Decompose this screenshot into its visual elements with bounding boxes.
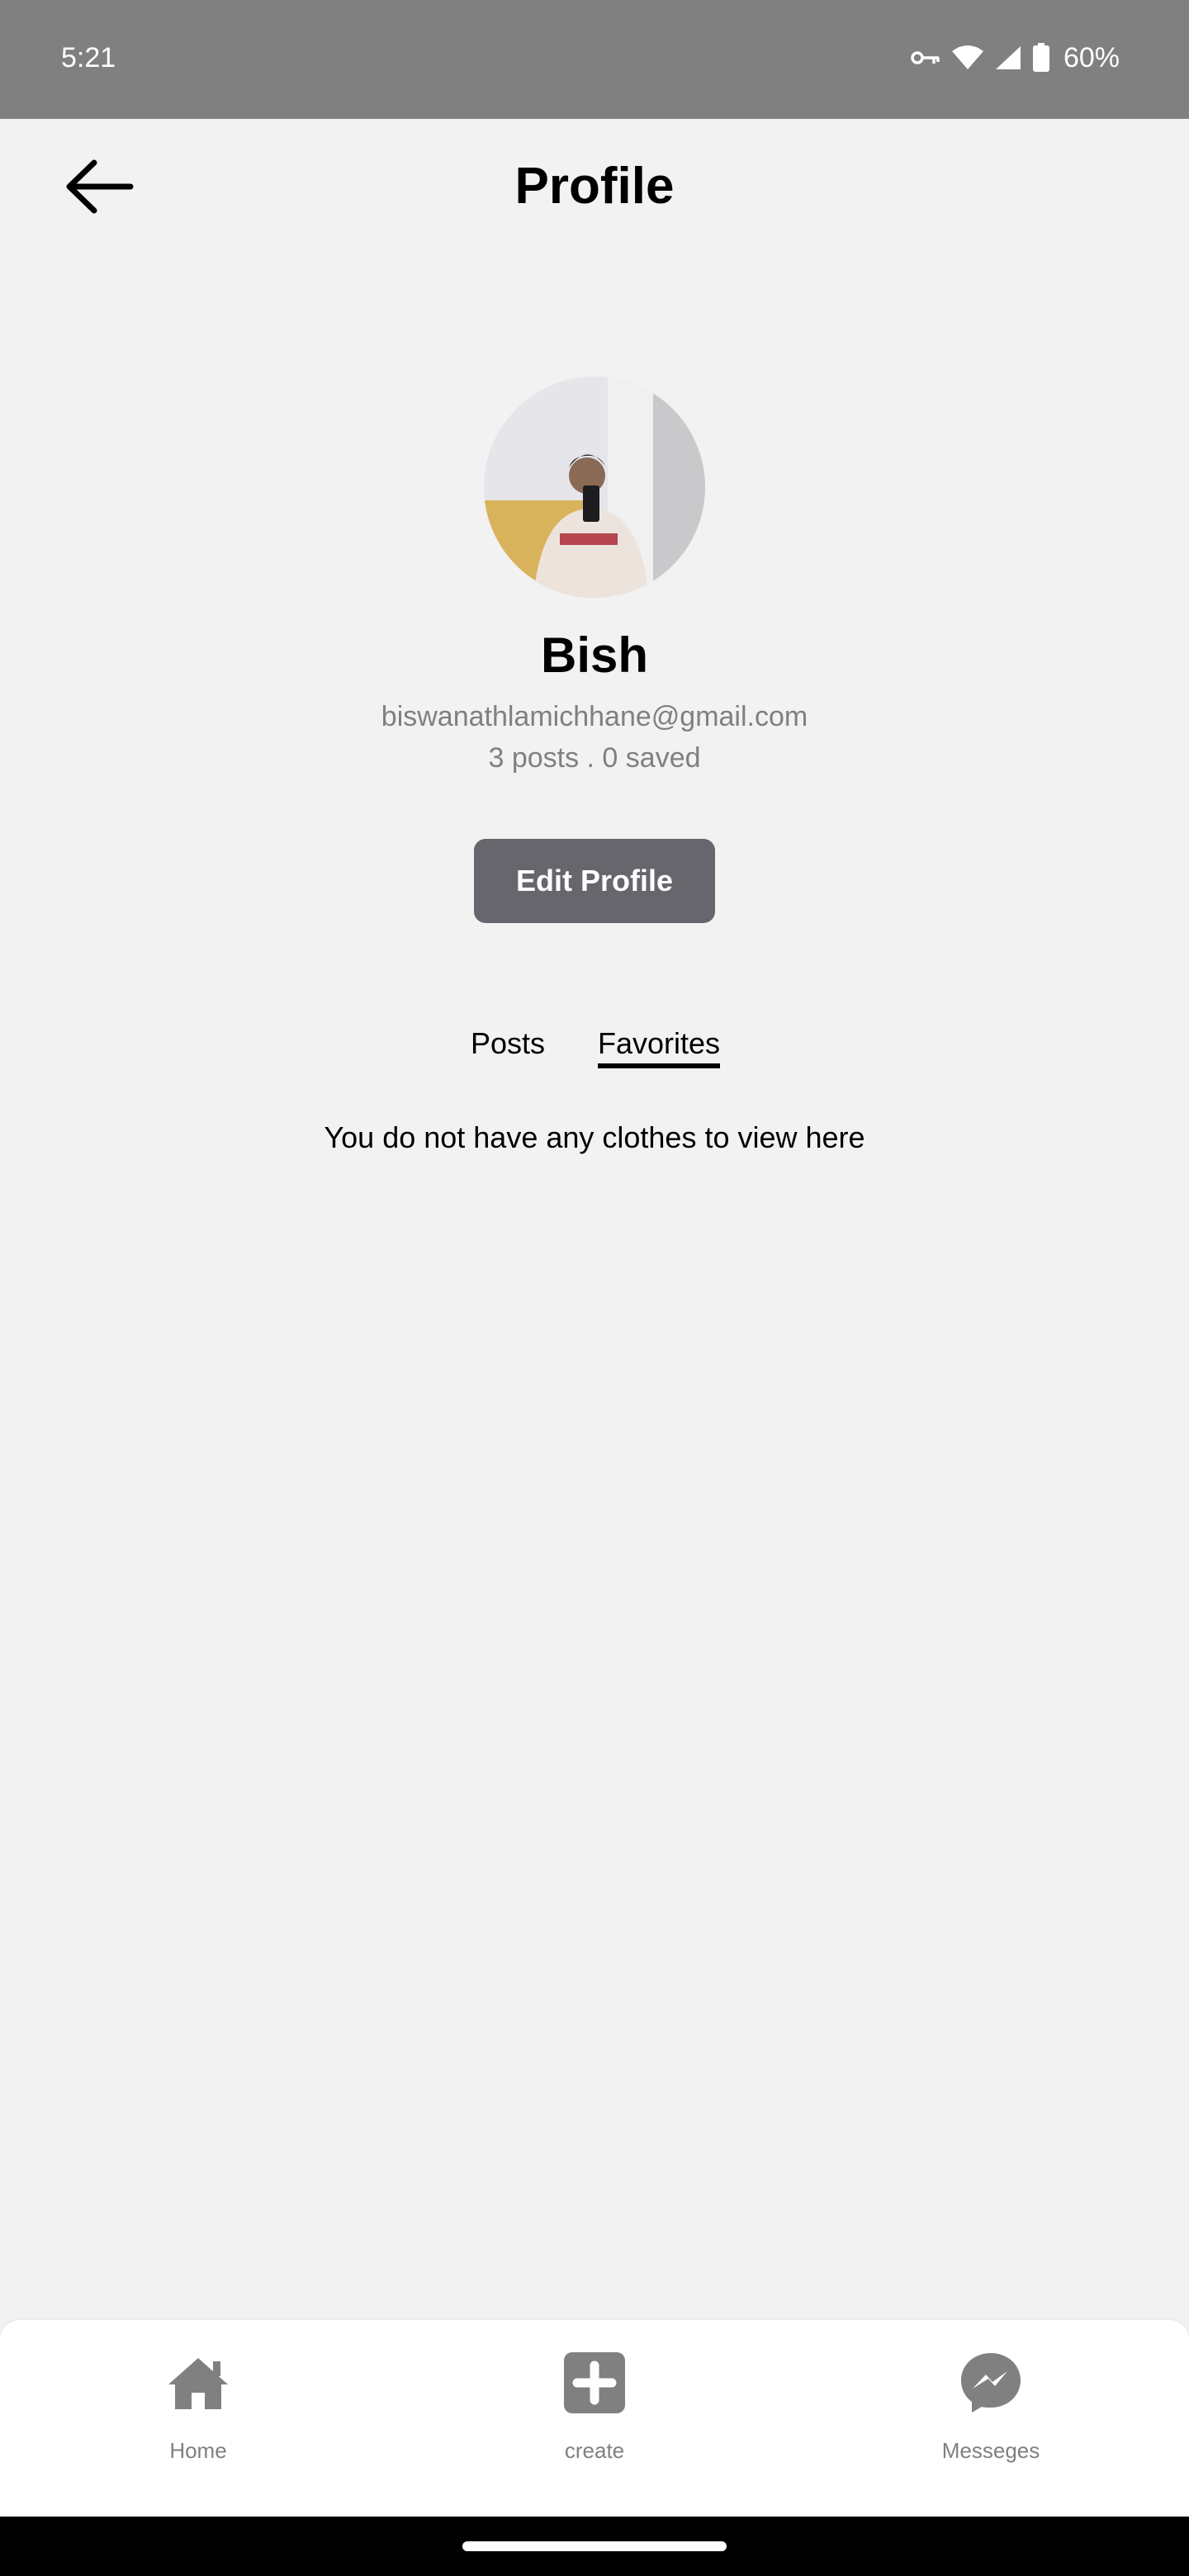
battery-percentage: 60%: [1063, 41, 1120, 73]
status-icons: 60%: [910, 36, 1120, 79]
profile-name: Bish: [540, 627, 649, 683]
empty-state-message: You do not have any clothes to view here: [324, 1120, 865, 1154]
nav-home[interactable]: Home: [99, 2350, 297, 2490]
nav-messages[interactable]: Messeges: [892, 2350, 1090, 2490]
nav-messages-label: Messeges: [941, 2438, 1040, 2463]
plus-square-icon: [561, 2350, 628, 2416]
tab-favorites[interactable]: Favorites: [598, 1024, 720, 1067]
page-title: Profile: [514, 158, 675, 215]
tab-posts[interactable]: Posts: [471, 1024, 545, 1063]
signal-icon: [994, 45, 1022, 71]
edit-profile-button[interactable]: Edit Profile: [474, 839, 715, 923]
nav-home-label: Home: [169, 2438, 227, 2463]
vpn-key-icon: [910, 48, 941, 68]
nav-create[interactable]: create: [495, 2350, 694, 2490]
profile-email: biswanathlamichhane@gmail.com: [381, 701, 808, 732]
status-bar: 5:21 60%: [0, 0, 1189, 119]
battery-icon: [1032, 43, 1050, 73]
wifi-icon: [951, 45, 984, 71]
nav-create-label: create: [564, 2438, 625, 2463]
status-time: 5:21: [61, 42, 116, 73]
profile-stats: 3 posts . 0 saved: [488, 742, 701, 774]
bottom-navigation: Home create Messeges: [0, 2320, 1189, 2517]
home-icon: [165, 2350, 231, 2416]
avatar[interactable]: [484, 376, 705, 598]
system-navigation-bar: [0, 2517, 1189, 2576]
active-tab-indicator: [598, 1063, 720, 1068]
home-gesture-handle[interactable]: [462, 2541, 727, 2551]
messenger-icon: [958, 2350, 1024, 2416]
